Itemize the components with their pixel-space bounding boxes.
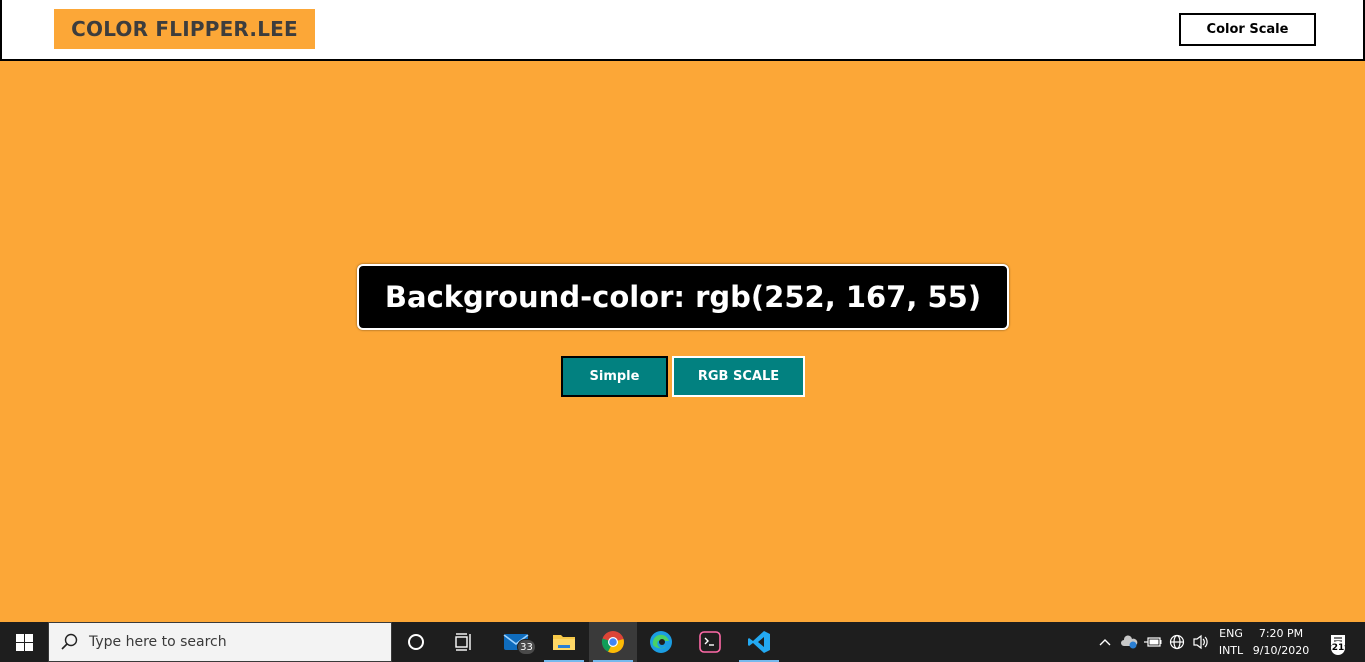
vscode-icon	[748, 631, 770, 653]
clock-date: 9/10/2020	[1252, 644, 1310, 657]
edge-button[interactable]	[637, 622, 685, 662]
logo[interactable]: COLOR FLIPPER.LEE	[54, 9, 315, 49]
task-view-button[interactable]	[440, 622, 488, 662]
network-tray-button[interactable]	[1166, 622, 1188, 662]
language-code: ENG	[1219, 627, 1243, 640]
volume-tray-button[interactable]	[1190, 622, 1212, 662]
windows-logo-icon	[15, 633, 33, 651]
background-color-display: Background-color: rgb(252, 167, 55)	[357, 264, 1009, 330]
chevron-up-icon	[1099, 639, 1111, 646]
search-icon	[49, 622, 89, 662]
search-placeholder: Type here to search	[89, 634, 227, 650]
show-hidden-icons-button[interactable]	[1094, 622, 1116, 662]
mail-app-button[interactable]: 33	[492, 622, 540, 662]
mail-badge: 33	[517, 639, 536, 655]
speaker-icon	[1193, 634, 1208, 650]
simple-button[interactable]: Simple	[561, 356, 668, 397]
taskbar: Type here to search 33 ENG INTL 7:20 PM …	[0, 622, 1365, 662]
globe-network-icon	[1169, 634, 1185, 650]
cortana-button[interactable]	[392, 622, 440, 662]
notification-count-badge: 21	[1331, 641, 1345, 655]
terminal-icon	[699, 631, 721, 653]
color-scale-button[interactable]: Color Scale	[1179, 13, 1316, 46]
folder-icon	[553, 635, 575, 650]
action-center-button[interactable]: 21	[1318, 622, 1358, 662]
file-explorer-button[interactable]	[540, 622, 588, 662]
cortana-circle-icon	[408, 634, 424, 650]
keyboard-layout: INTL	[1218, 644, 1244, 657]
onedrive-tray-button[interactable]	[1118, 622, 1140, 662]
vscode-button[interactable]	[735, 622, 783, 662]
cloud-sync-icon	[1121, 635, 1138, 649]
clock-time: 7:20 PM	[1258, 627, 1304, 640]
start-button[interactable]	[0, 622, 48, 662]
navbar: COLOR FLIPPER.LEE Color Scale	[0, 0, 1365, 61]
task-view-icon	[455, 633, 471, 651]
terminal-button[interactable]	[686, 622, 734, 662]
taskbar-clock[interactable]: 7:20 PM 9/10/2020	[1250, 625, 1312, 659]
edge-icon	[650, 631, 672, 653]
chrome-button[interactable]	[589, 622, 637, 662]
taskbar-search-box[interactable]: Type here to search	[48, 622, 392, 662]
rgb-scale-button[interactable]: RGB SCALE	[672, 356, 805, 397]
battery-plug-icon	[1144, 637, 1162, 647]
battery-tray-button[interactable]	[1142, 622, 1164, 662]
chrome-icon	[601, 631, 624, 653]
language-indicator[interactable]: ENG INTL	[1212, 625, 1250, 659]
